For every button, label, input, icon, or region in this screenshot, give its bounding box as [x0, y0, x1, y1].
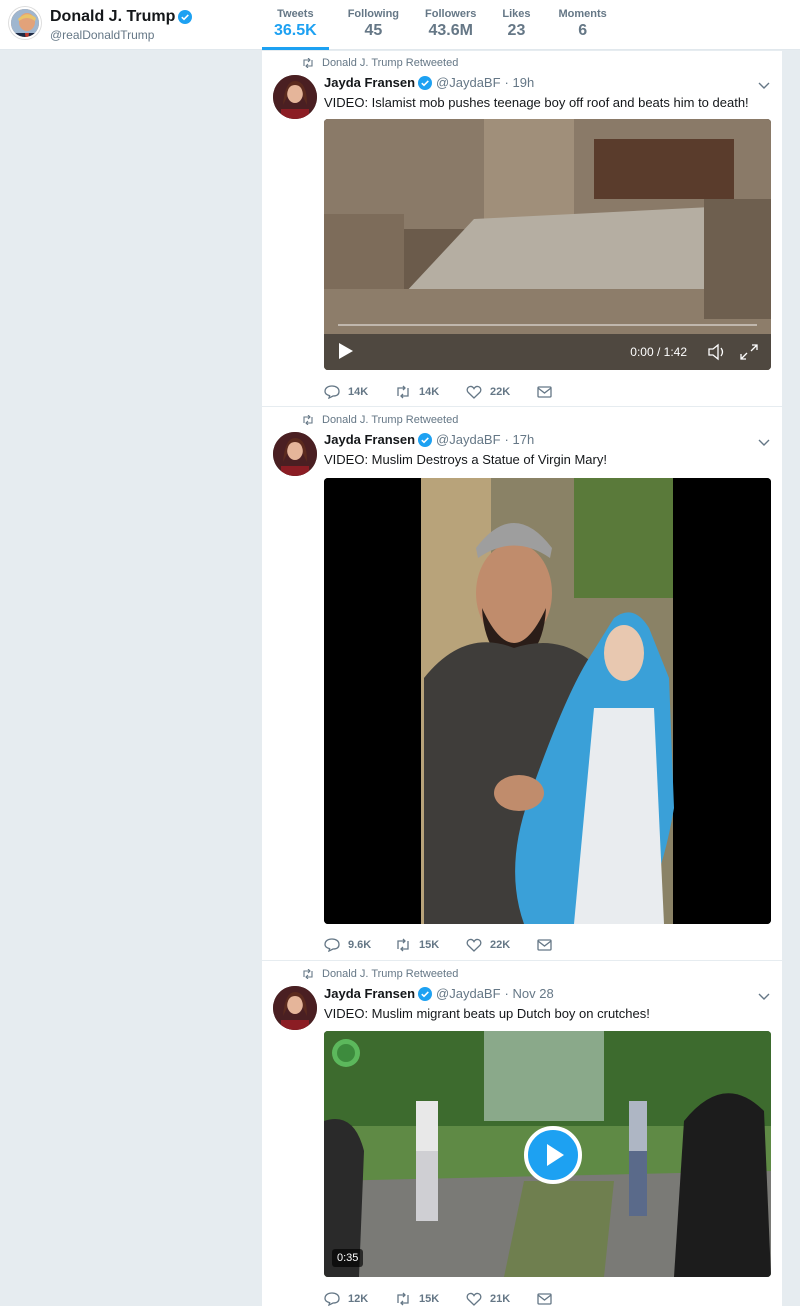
direct-message-button[interactable]	[537, 1293, 608, 1305]
heart-icon	[466, 385, 482, 399]
author-handle[interactable]: @JaydaBF	[436, 986, 501, 1001]
video-player[interactable]	[324, 478, 771, 924]
retweet-context: Donald J. Trump Retweeted	[302, 414, 458, 426]
tweet-text: VIDEO: Muslim migrant beats up Dutch boy…	[324, 1006, 650, 1021]
tweet-actions: 14K 14K 22K	[324, 385, 608, 399]
retweet-button[interactable]: 15K	[395, 1292, 466, 1306]
retweet-icon	[397, 385, 409, 399]
avatar[interactable]	[273, 432, 317, 476]
verified-badge-icon	[418, 986, 433, 1001]
tweet-actions: 12K 15K 21K	[324, 1292, 608, 1306]
verified-badge-icon	[418, 432, 433, 447]
like-button[interactable]: 21K	[466, 1292, 537, 1306]
tweet-actions: 9.6K 15K 22K	[324, 938, 608, 952]
direct-message-button[interactable]	[537, 939, 608, 951]
retweet-context: Donald J. Trump Retweeted	[302, 968, 458, 980]
tweet-text: VIDEO: Muslim Destroys a Statue of Virgi…	[324, 452, 607, 467]
retweet-icon	[303, 969, 313, 979]
profile-nav: Tweets 36.5K Following 45 Followers 43.6…	[262, 0, 619, 50]
tweet-time[interactable]: · 19h	[505, 75, 535, 90]
nav-likes[interactable]: Likes 23	[490, 0, 544, 50]
video-progress-bar[interactable]	[338, 324, 757, 326]
retweet-button[interactable]: 14K	[395, 385, 466, 399]
video-player[interactable]: 0:35	[324, 1031, 771, 1277]
chevron-down-icon[interactable]	[758, 436, 770, 448]
author-name[interactable]: Jayda Fransen	[324, 986, 415, 1001]
nav-tweets[interactable]: Tweets 36.5K	[262, 0, 329, 50]
nav-followers[interactable]: Followers 43.6M	[413, 0, 490, 50]
video-time: 0:00 / 1:42	[630, 345, 687, 359]
tweet-time[interactable]: · 17h	[505, 432, 535, 447]
tweet-time[interactable]: · Nov 28	[505, 986, 554, 1001]
video-controls: 0:00 / 1:42	[324, 320, 771, 370]
tweet[interactable]: Donald J. Trump Retweeted Jayda Fransen …	[262, 408, 782, 961]
profile-name[interactable]: Donald J. Trump	[50, 8, 193, 26]
retweet-icon	[397, 938, 409, 952]
verified-badge-icon	[418, 75, 433, 90]
retweet-context: Donald J. Trump Retweeted	[302, 57, 458, 69]
reply-icon	[324, 1292, 340, 1306]
nav-following[interactable]: Following 45	[329, 0, 413, 50]
tweet-header: Jayda Fransen @JaydaBF · Nov 28	[324, 986, 554, 1001]
tweet[interactable]: Donald J. Trump Retweeted Jayda Fransen …	[262, 51, 782, 407]
author-handle[interactable]: @JaydaBF	[436, 75, 501, 90]
like-button[interactable]: 22K	[466, 385, 537, 399]
author-name[interactable]: Jayda Fransen	[324, 75, 415, 90]
envelope-icon	[537, 1293, 552, 1305]
reply-button[interactable]: 14K	[324, 385, 395, 399]
fullscreen-icon[interactable]	[739, 343, 759, 361]
reply-button[interactable]: 9.6K	[324, 938, 395, 952]
profile-handle[interactable]: @realDonaldTrump	[50, 28, 154, 42]
play-button[interactable]	[524, 1126, 582, 1184]
heart-icon	[466, 1292, 482, 1306]
heart-icon	[466, 938, 482, 952]
tweet-header: Jayda Fransen @JaydaBF · 17h	[324, 432, 534, 447]
chevron-down-icon[interactable]	[758, 990, 770, 1002]
envelope-icon	[537, 939, 552, 951]
author-handle[interactable]: @JaydaBF	[436, 432, 501, 447]
chevron-down-icon[interactable]	[758, 79, 770, 91]
play-icon[interactable]	[338, 342, 354, 360]
video-player[interactable]: 0:00 / 1:42	[324, 119, 771, 370]
like-button[interactable]: 22K	[466, 938, 537, 952]
reply-icon	[324, 385, 340, 399]
direct-message-button[interactable]	[537, 386, 608, 398]
retweet-icon	[397, 1292, 409, 1306]
nav-moments[interactable]: Moments 6	[545, 0, 619, 50]
play-icon	[547, 1144, 564, 1166]
verified-badge-icon	[178, 10, 193, 24]
retweet-icon	[303, 415, 313, 425]
reply-button[interactable]: 12K	[324, 1292, 395, 1306]
profile-header: Donald J. Trump @realDonaldTrump Tweets …	[0, 0, 800, 50]
author-name[interactable]: Jayda Fransen	[324, 432, 415, 447]
tweet-text: VIDEO: Islamist mob pushes teenage boy o…	[324, 95, 749, 110]
tweet[interactable]: Donald J. Trump Retweeted Jayda Fransen …	[262, 962, 782, 1306]
reply-icon	[324, 938, 340, 952]
retweet-icon	[303, 58, 313, 68]
video-duration: 0:35	[332, 1249, 364, 1267]
volume-icon[interactable]	[707, 343, 727, 361]
video-frame	[324, 478, 771, 924]
tweet-header: Jayda Fransen @JaydaBF · 19h	[324, 75, 534, 90]
envelope-icon	[537, 386, 552, 398]
timeline: Donald J. Trump Retweeted Jayda Fransen …	[262, 51, 782, 1306]
avatar[interactable]	[273, 75, 317, 119]
avatar[interactable]	[273, 986, 317, 1030]
profile-avatar[interactable]	[9, 7, 41, 39]
retweet-button[interactable]: 15K	[395, 938, 466, 952]
